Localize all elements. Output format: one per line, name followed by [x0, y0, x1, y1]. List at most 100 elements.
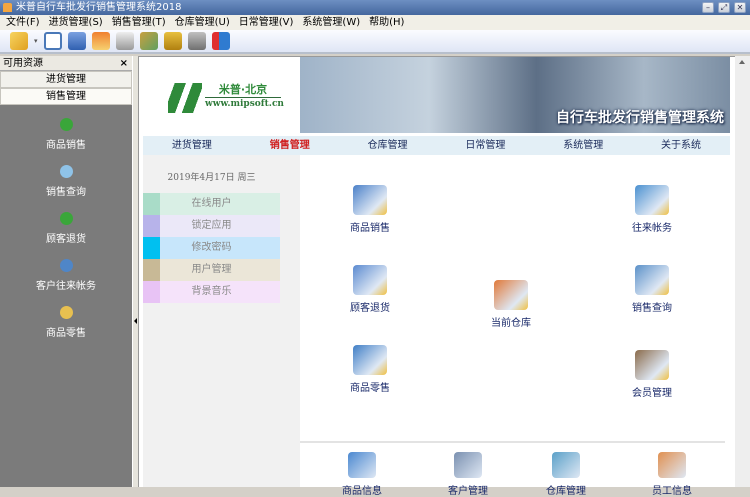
- menu-purchase[interactable]: 进货管理(S): [49, 15, 103, 30]
- app-shortcut[interactable]: 会员管理: [617, 350, 687, 399]
- row-color-strip: [143, 281, 160, 303]
- category-purchase[interactable]: 进货管理: [0, 71, 132, 88]
- nav-bar: 进货管理 销售管理 仓库管理 日常管理 系统管理 关于系统: [143, 136, 730, 155]
- close-button[interactable]: ✕: [734, 2, 746, 13]
- dropdown-arrow-icon[interactable]: ▾: [34, 37, 38, 45]
- info-row[interactable]: 背景音乐: [143, 281, 280, 303]
- app-icon: [353, 265, 387, 295]
- menu-daily[interactable]: 日常管理(V): [239, 15, 294, 30]
- printer-icon[interactable]: [115, 32, 134, 50]
- sidebar-item-icon: [59, 306, 73, 319]
- menu-sales[interactable]: 销售管理(T): [112, 15, 166, 30]
- info-row-label: 在线用户: [191, 198, 232, 209]
- title-bar: 米普自行车批发行销售管理系统2018 – ⤢ ✕: [0, 0, 750, 15]
- app-icon: [635, 350, 669, 380]
- nav-tab[interactable]: 进货管理: [172, 136, 212, 155]
- row-color-strip: [143, 193, 160, 215]
- app-icon: [635, 185, 669, 215]
- app-shortcut[interactable]: 商品销售: [335, 185, 405, 234]
- app-label: 仓库管理: [546, 486, 586, 497]
- app-icon: [348, 452, 376, 478]
- sidebar-item-icon: [59, 165, 73, 178]
- nav-tab[interactable]: 日常管理: [465, 136, 505, 155]
- logo-name: 米普·北京: [205, 81, 281, 98]
- list-icon[interactable]: [43, 32, 62, 50]
- exit-door-icon[interactable]: [211, 32, 230, 50]
- home-icon[interactable]: [91, 32, 110, 50]
- bottom-app-shortcut[interactable]: 商品信息: [327, 452, 397, 497]
- sidebar-item-icon: [59, 212, 73, 225]
- app-icon: [353, 185, 387, 215]
- app-icon: [552, 452, 580, 478]
- current-date: 2019年4月17日 周三: [167, 173, 256, 183]
- app-shortcut[interactable]: 顾客退货: [335, 265, 405, 314]
- divider: [300, 441, 725, 443]
- scroll-up-icon[interactable]: [739, 60, 745, 64]
- info-row[interactable]: 锁定应用: [143, 215, 280, 237]
- keys-icon[interactable]: [139, 32, 158, 50]
- app-icon: [635, 265, 669, 295]
- sidebar-item[interactable]: 顾客退货: [0, 212, 132, 246]
- info-row[interactable]: 在线用户: [143, 193, 280, 215]
- collapse-arrow-icon[interactable]: [134, 318, 137, 324]
- banner: 自行车批发行销售管理系统: [300, 57, 730, 133]
- category-sales[interactable]: 销售管理: [0, 88, 132, 105]
- app-icon: [454, 452, 482, 478]
- sidebar-item-icon: [59, 118, 73, 131]
- app-label: 顾客退货: [350, 303, 390, 314]
- computers-icon[interactable]: [67, 32, 86, 50]
- info-row-label: 修改密码: [191, 242, 232, 253]
- sidebar-item[interactable]: 销售查询: [0, 165, 132, 199]
- row-color-strip: [143, 237, 160, 259]
- nav-tab[interactable]: 系统管理: [563, 136, 603, 155]
- sidebar-item-label: 商品销售: [46, 140, 86, 151]
- app-shortcut[interactable]: 当前仓库: [476, 280, 546, 329]
- app-icon: [658, 452, 686, 478]
- menu-warehouse[interactable]: 仓库管理(U): [175, 15, 230, 30]
- open-folder-icon[interactable]: [10, 32, 28, 50]
- sidebar-item-icon: [59, 259, 73, 272]
- panel-close-button[interactable]: ×: [120, 56, 128, 71]
- app-label: 客户管理: [448, 486, 488, 497]
- menu-help[interactable]: 帮助(H): [369, 15, 404, 30]
- resource-panel: 可用资源 × 进货管理 销售管理 商品销售销售查询顾客退货客户往来帐务 商品零售: [0, 56, 132, 487]
- panel-header: 可用资源 ×: [0, 56, 132, 71]
- sidebar-item[interactable]: 商品销售: [0, 118, 132, 152]
- banner-title: 自行车批发行销售管理系统: [556, 110, 724, 126]
- nav-tab[interactable]: 仓库管理: [368, 136, 408, 155]
- user-lock-icon[interactable]: [187, 32, 206, 50]
- app-label: 往来帐务: [632, 223, 672, 234]
- app-label: 商品销售: [350, 223, 390, 234]
- sidebar-item-label: 销售查询: [46, 187, 86, 198]
- app-label: 销售查询: [632, 303, 672, 314]
- window-title: 米普自行车批发行销售管理系统2018: [16, 2, 182, 13]
- app-shortcut[interactable]: 商品零售: [335, 345, 405, 394]
- sidebar-item-label: 客户往来帐务: [36, 281, 96, 292]
- nav-tab[interactable]: 销售管理: [270, 136, 310, 155]
- info-panel: 2019年4月17日 周三 在线用户锁定应用修改密码用户管理 背景音乐: [143, 155, 300, 487]
- info-row[interactable]: 修改密码: [143, 237, 280, 259]
- info-row[interactable]: 用户管理: [143, 259, 280, 281]
- menu-system[interactable]: 系统管理(W): [302, 15, 360, 30]
- app-icon: [3, 3, 12, 12]
- app-shortcut[interactable]: 往来帐务: [617, 185, 687, 234]
- menu-file[interactable]: 文件(F): [6, 15, 40, 30]
- sidebar-item-label: 顾客退货: [46, 234, 86, 245]
- bottom-app-shortcut[interactable]: 员工信息: [637, 452, 707, 497]
- bottom-app-shortcut[interactable]: 客户管理: [433, 452, 503, 497]
- logo: 米普·北京 www.mipsoft.cn: [143, 57, 300, 133]
- bottom-app-shortcut[interactable]: 仓库管理: [531, 452, 601, 497]
- sidebar-item[interactable]: 商品零售: [0, 306, 132, 340]
- app-icon: [494, 280, 528, 310]
- sidebar-item-label: 商品零售: [46, 328, 86, 339]
- logo-mark-icon: [168, 83, 202, 113]
- nav-tab[interactable]: 关于系统: [661, 136, 701, 155]
- lock-icon[interactable]: [163, 32, 182, 50]
- minimize-button[interactable]: –: [702, 2, 714, 13]
- sidebar-item[interactable]: 客户往来帐务: [0, 259, 132, 293]
- app-shortcut[interactable]: 销售查询: [617, 265, 687, 314]
- maximize-button[interactable]: ⤢: [718, 2, 730, 13]
- vertical-scrollbar[interactable]: [735, 56, 750, 487]
- menu-bar: 文件(F) 进货管理(S) 销售管理(T) 仓库管理(U) 日常管理(V) 系统…: [0, 15, 750, 30]
- app-label: 会员管理: [632, 388, 672, 399]
